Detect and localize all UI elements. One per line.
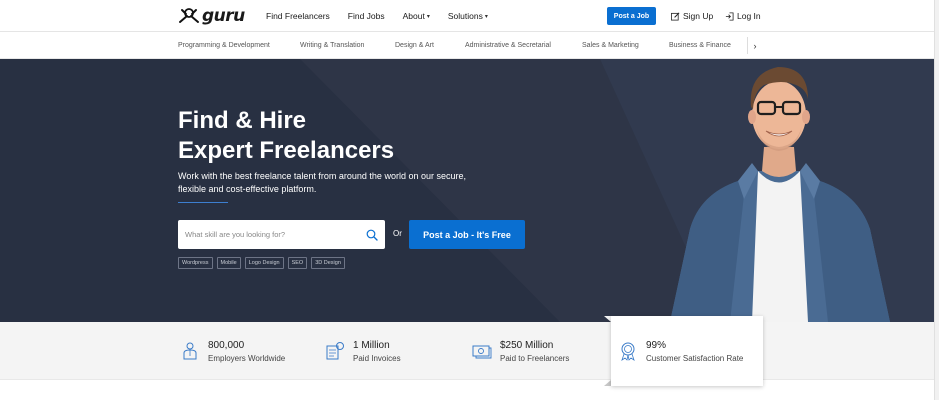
- hero-title: Find & Hire Expert Freelancers: [178, 106, 394, 166]
- nav-about[interactable]: About ▾: [403, 11, 430, 21]
- hero-subtitle: Work with the best freelance talent from…: [178, 171, 466, 194]
- post-job-free-button[interactable]: Post a Job - It's Free: [409, 220, 525, 249]
- tag-logo-design[interactable]: Logo Design: [244, 257, 284, 269]
- stat-number: $250 Million: [500, 339, 554, 351]
- employer-icon: [180, 341, 200, 361]
- category-sales-marketing[interactable]: Sales & Marketing: [582, 32, 639, 59]
- hero-section: Find & Hire Expert Freelancers Work with…: [0, 59, 939, 322]
- nav-find-jobs[interactable]: Find Jobs: [348, 11, 385, 21]
- tag-mobile[interactable]: Mobile: [216, 257, 241, 269]
- post-job-button[interactable]: Post a Job: [607, 7, 656, 25]
- card-notch: [604, 380, 611, 386]
- search-icon[interactable]: [366, 228, 378, 246]
- popular-tags: Wordpress Mobile Logo Design SEO 3D Desi…: [178, 257, 345, 269]
- main-nav: Find Freelancers Find Jobs About ▾ Soluti…: [266, 0, 506, 32]
- stat-label: Paid Invoices: [353, 353, 401, 363]
- skill-search-input[interactable]: [178, 230, 358, 239]
- stat-label: Paid to Freelancers: [500, 353, 570, 363]
- hero-title-line-2: Expert Freelancers: [178, 137, 395, 164]
- stat-number: 800,000: [208, 339, 245, 351]
- nav-label: Find Freelancers: [266, 11, 330, 21]
- site-header: guru Find Freelancers Find Jobs About ▾ S…: [0, 0, 939, 32]
- stats-bar: 800,000 Employers Worldwide 1 Million Pa…: [0, 322, 939, 380]
- stat-label: Customer Satisfaction Rate: [646, 353, 744, 363]
- log-in-link[interactable]: Log In: [725, 0, 761, 32]
- nav-label: Solutions: [447, 11, 483, 21]
- chevron-right-icon[interactable]: ›: [750, 32, 760, 59]
- stat-employers: 800,000 Employers Worldwide: [180, 322, 285, 380]
- invoice-icon: [325, 341, 345, 361]
- category-administrative[interactable]: Administrative & Secretarial: [465, 32, 551, 59]
- chevron-down-icon: ▾: [426, 13, 430, 20]
- chevron-down-icon: ▾: [484, 13, 488, 20]
- tag-wordpress[interactable]: Wordpress: [178, 257, 213, 269]
- stat-number: 1 Million: [353, 339, 390, 351]
- login-icon: [725, 11, 734, 21]
- nav-label: Find Jobs: [347, 11, 385, 21]
- stat-paid-freelancers: $250 Million Paid to Freelancers: [472, 322, 569, 380]
- category-bar: Programming & Development Writing & Tran…: [0, 32, 939, 59]
- stat-number: 99%: [646, 339, 667, 351]
- page-scrollbar[interactable]: [934, 0, 939, 400]
- guru-mascot-icon: [179, 8, 199, 23]
- nav-solutions[interactable]: Solutions ▾: [448, 11, 488, 21]
- stat-invoices: 1 Million Paid Invoices: [325, 322, 401, 380]
- sign-up-label: Sign Up: [683, 11, 714, 21]
- stat-label: Employers Worldwide: [208, 353, 286, 363]
- stat-satisfaction: 99% Customer Satisfaction Rate: [618, 316, 743, 386]
- logo-text: guru: [202, 6, 245, 26]
- tag-3d-design[interactable]: 3D Design: [311, 257, 345, 269]
- hero-divider: [178, 202, 228, 203]
- category-programming[interactable]: Programming & Development: [178, 32, 270, 59]
- skill-search-box: [178, 220, 385, 249]
- log-in-label: Log In: [737, 11, 761, 21]
- hero-person-image: [670, 67, 890, 322]
- guru-logo[interactable]: guru: [178, 6, 245, 26]
- hero-title-line-1: Find & Hire: [178, 107, 307, 134]
- stat-satisfaction-card: 99% Customer Satisfaction Rate: [611, 316, 763, 386]
- nav-label: About: [402, 11, 425, 21]
- category-divider: [747, 37, 748, 54]
- card-notch: [604, 316, 611, 322]
- tag-seo[interactable]: SEO: [287, 257, 308, 269]
- sign-up-link[interactable]: Sign Up: [671, 0, 713, 32]
- category-writing[interactable]: Writing & Translation: [300, 32, 364, 59]
- category-design[interactable]: Design & Art: [395, 32, 434, 59]
- edit-icon: [671, 12, 680, 21]
- or-text: Or: [393, 229, 402, 238]
- category-business-finance[interactable]: Business & Finance: [669, 32, 731, 59]
- money-icon: [472, 341, 492, 361]
- award-icon: [618, 341, 638, 361]
- nav-find-freelancers[interactable]: Find Freelancers: [266, 11, 330, 21]
